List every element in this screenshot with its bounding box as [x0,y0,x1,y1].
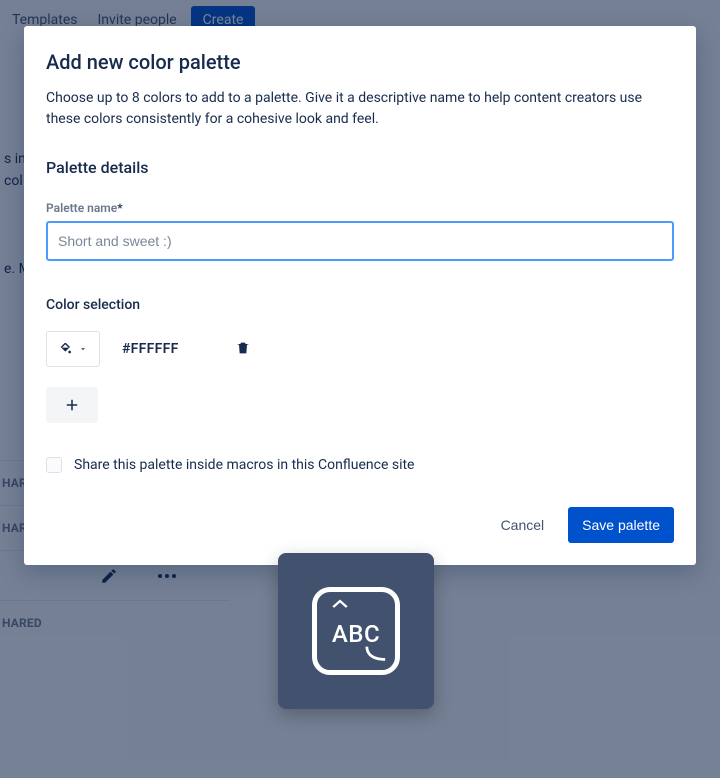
chevron-down-icon [78,344,88,354]
modal-title: Add new color palette [46,50,674,74]
share-checkbox[interactable] [46,457,62,473]
color-row: #FFFFFF [46,331,674,367]
add-color-button[interactable] [46,387,98,423]
delete-color-button[interactable] [231,335,255,364]
save-palette-button[interactable]: Save palette [568,507,674,543]
share-label: Share this palette inside macros in this… [74,457,414,473]
modal-footer: Cancel Save palette [46,507,674,543]
modal-description: Choose up to 8 colors to add to a palett… [46,88,674,130]
share-row: Share this palette inside macros in this… [46,457,674,473]
color-hex-value: #FFFFFF [122,341,179,357]
color-picker-button[interactable] [46,331,100,367]
section-palette-details: Palette details [46,158,674,177]
cancel-button[interactable]: Cancel [495,509,551,541]
chevron-up-icon [331,598,349,610]
keyboard-badge-inner: ABC [312,587,400,675]
trash-icon [235,339,251,357]
paint-bucket-icon [58,341,74,357]
palette-name-input[interactable] [46,221,674,261]
add-color-palette-modal: Add new color palette Choose up to 8 col… [24,26,696,565]
plus-icon [63,396,81,414]
keyboard-input-badge: ABC [278,553,434,709]
arc-icon [365,644,387,662]
section-color-selection: Color selection [46,297,674,313]
palette-name-label: Palette name* [46,201,674,215]
